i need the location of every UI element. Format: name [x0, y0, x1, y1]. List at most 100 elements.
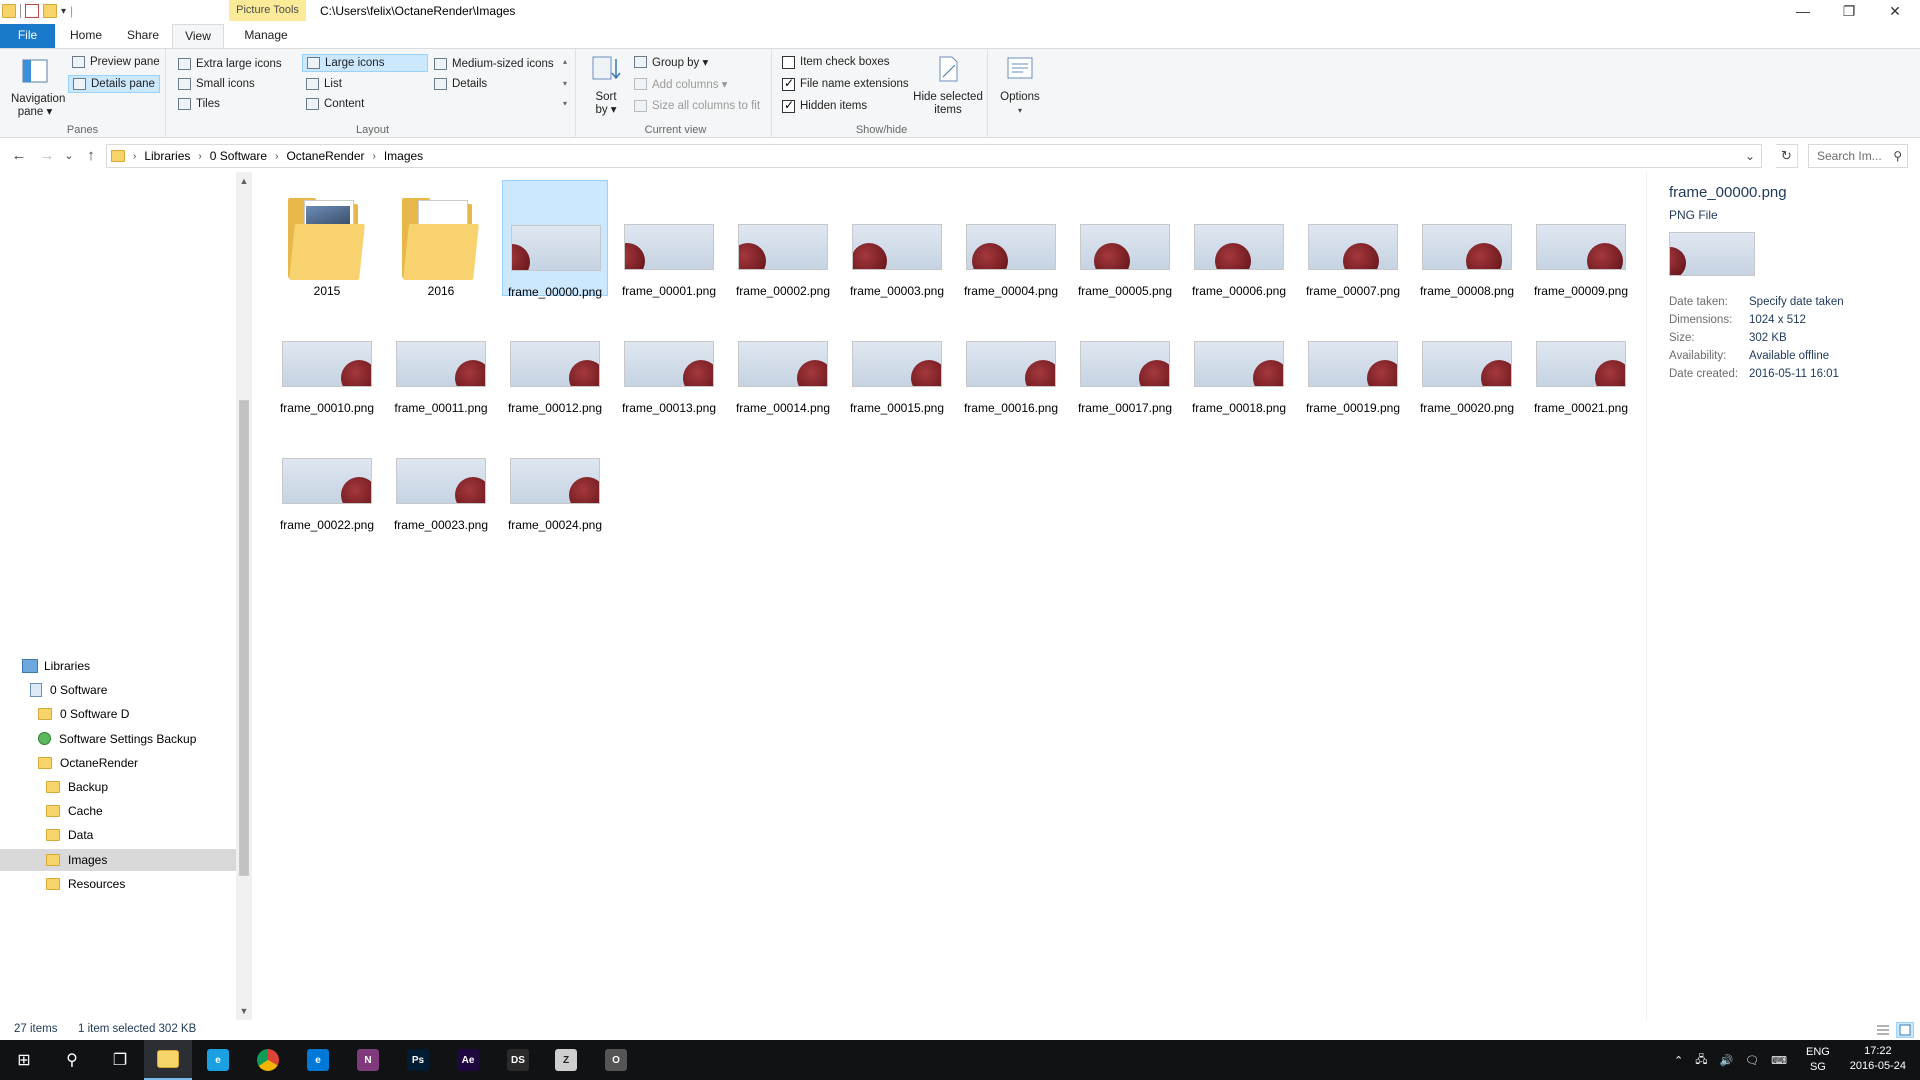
- image-tile[interactable]: frame_00013.png: [616, 297, 722, 415]
- image-tile[interactable]: frame_00012.png: [502, 297, 608, 415]
- tab-home[interactable]: Home: [62, 24, 110, 48]
- image-tile[interactable]: frame_00004.png: [958, 180, 1064, 298]
- image-tile[interactable]: frame_00022.png: [274, 414, 380, 532]
- scroll-down-icon[interactable]: ▼: [236, 1006, 252, 1016]
- image-tile[interactable]: frame_00002.png: [730, 180, 836, 298]
- scroll-up-icon[interactable]: ▲: [236, 176, 252, 186]
- nav-item-resources[interactable]: Resources: [0, 873, 236, 895]
- breadcrumb-octanerender[interactable]: OctaneRender: [286, 149, 364, 163]
- taskbar-file-explorer-button[interactable]: [144, 1040, 192, 1080]
- file-name-extensions-toggle[interactable]: File name extensions: [778, 75, 913, 93]
- notifications-icon[interactable]: 🗨: [1745, 1054, 1759, 1067]
- image-tile[interactable]: frame_00020.png: [1414, 297, 1520, 415]
- keyboard-icon[interactable]: ⌨: [1771, 1054, 1787, 1067]
- nav-item-libraries[interactable]: Libraries: [0, 655, 236, 677]
- taskbar-start-button[interactable]: ⊞: [0, 1040, 48, 1080]
- taskbar-daz-studio-button[interactable]: DS: [494, 1040, 542, 1080]
- image-tile[interactable]: frame_00003.png: [844, 180, 950, 298]
- layout-more-icon[interactable]: ▾: [560, 99, 570, 109]
- back-button[interactable]: ←: [8, 146, 30, 166]
- nav-item-images[interactable]: Images: [0, 848, 236, 871]
- network-icon[interactable]: 🖧: [1695, 1051, 1707, 1070]
- close-button[interactable]: ✕: [1872, 0, 1918, 22]
- search-input[interactable]: Search Im... ⚲: [1808, 144, 1908, 168]
- nav-scroll-thumb[interactable]: [239, 400, 249, 876]
- preview-pane-button[interactable]: Preview pane: [68, 53, 164, 71]
- details-pane-button[interactable]: Details pane: [68, 75, 160, 93]
- image-tile[interactable]: frame_00024.png: [502, 414, 608, 532]
- folder-tile-2016[interactable]: 2016: [388, 180, 494, 298]
- tray-chevron-icon[interactable]: ⌃: [1674, 1054, 1683, 1067]
- image-tile[interactable]: frame_00008.png: [1414, 180, 1520, 298]
- image-tile[interactable]: frame_00009.png: [1528, 180, 1634, 298]
- image-tile[interactable]: frame_00018.png: [1186, 297, 1292, 415]
- layout-scroll-up-icon[interactable]: ▴: [560, 57, 570, 67]
- new-folder-icon[interactable]: [43, 4, 57, 18]
- image-tile[interactable]: frame_00023.png: [388, 414, 494, 532]
- language-indicator[interactable]: ENG SG: [1806, 1040, 1830, 1080]
- properties-icon[interactable]: [25, 4, 39, 18]
- taskbar-internet-explorer-button[interactable]: e: [194, 1040, 242, 1080]
- image-tile[interactable]: frame_00000.png: [502, 180, 608, 299]
- volume-icon[interactable]: 🔊: [1719, 1054, 1733, 1067]
- nav-item-data[interactable]: Data: [0, 824, 236, 846]
- hidden-items-checkbox[interactable]: [782, 98, 795, 113]
- image-tile[interactable]: frame_00014.png: [730, 297, 836, 415]
- options-button[interactable]: Options ▾: [996, 55, 1044, 117]
- breadcrumb-images[interactable]: Images: [384, 149, 423, 163]
- forward-button[interactable]: →: [36, 146, 58, 166]
- nav-item-0-software[interactable]: 0 Software: [0, 679, 236, 701]
- up-button[interactable]: ↑: [80, 146, 102, 166]
- layout-scroll-down-icon[interactable]: ▾: [560, 79, 570, 89]
- image-tile[interactable]: frame_00017.png: [1072, 297, 1178, 415]
- layout-content[interactable]: Content: [302, 95, 368, 113]
- size-all-columns-button[interactable]: Size all columns to fit: [630, 97, 764, 115]
- large-icons-view-icon[interactable]: [1896, 1022, 1914, 1038]
- image-tile[interactable]: frame_00011.png: [388, 297, 494, 415]
- nav-item-0-software-d[interactable]: 0 Software D: [0, 703, 236, 725]
- layout-small-icons[interactable]: Small icons: [174, 75, 259, 93]
- image-tile[interactable]: frame_00016.png: [958, 297, 1064, 415]
- maximize-button[interactable]: ❐: [1826, 0, 1872, 22]
- minimize-button[interactable]: —: [1780, 0, 1826, 22]
- refresh-button[interactable]: ↻: [1776, 144, 1798, 168]
- taskbar-onenote-button[interactable]: N: [344, 1040, 392, 1080]
- chevron-right-icon[interactable]: ›: [133, 151, 136, 162]
- layout-extra-large-icons[interactable]: Extra large icons: [174, 55, 286, 73]
- taskbar-task-view-button[interactable]: ❐: [96, 1040, 144, 1080]
- image-tile[interactable]: frame_00001.png: [616, 180, 722, 298]
- nav-item-software-settings-backup[interactable]: Software Settings Backup: [0, 728, 236, 750]
- image-tile[interactable]: frame_00005.png: [1072, 180, 1178, 298]
- image-tile[interactable]: frame_00006.png: [1186, 180, 1292, 298]
- qat-dropdown-icon[interactable]: ▾: [61, 6, 66, 17]
- taskbar-photoshop-button[interactable]: Ps: [394, 1040, 442, 1080]
- chevron-right-icon[interactable]: ›: [275, 151, 278, 162]
- address-dropdown-icon[interactable]: ⌄: [1745, 149, 1755, 163]
- taskbar-zbrush-button[interactable]: Z: [542, 1040, 590, 1080]
- image-tile[interactable]: frame_00015.png: [844, 297, 950, 415]
- image-tile[interactable]: frame_00007.png: [1300, 180, 1406, 298]
- sort-by-button[interactable]: Sort by ▾: [588, 55, 624, 117]
- image-tile[interactable]: frame_00021.png: [1528, 297, 1634, 415]
- item-check-boxes-checkbox[interactable]: [782, 55, 795, 69]
- layout-large-icons[interactable]: Large icons: [302, 54, 428, 72]
- folder-tile-2015[interactable]: 2015: [274, 180, 380, 298]
- layout-details[interactable]: Details: [430, 75, 491, 93]
- chevron-right-icon[interactable]: ›: [198, 151, 201, 162]
- add-columns-button[interactable]: Add columns ▾: [630, 75, 731, 93]
- tab-file[interactable]: File: [0, 24, 55, 48]
- taskbar-search-button[interactable]: ⚲: [48, 1040, 96, 1080]
- file-name-extensions-checkbox[interactable]: [782, 76, 795, 91]
- recent-locations-button[interactable]: ⌄: [62, 146, 76, 166]
- taskbar-chrome-button[interactable]: [244, 1040, 292, 1080]
- navigation-pane[interactable]: Libraries 0 Software 0 Software D Software …: [0, 172, 236, 1020]
- clock[interactable]: 17:22 2016-05-24: [1850, 1044, 1906, 1074]
- breadcrumb-0-software[interactable]: 0 Software: [210, 149, 267, 163]
- taskbar-edge-button[interactable]: e: [294, 1040, 342, 1080]
- tab-view[interactable]: View: [172, 24, 224, 49]
- chevron-right-icon[interactable]: ›: [372, 151, 375, 162]
- layout-list[interactable]: List: [302, 75, 346, 93]
- property-value[interactable]: Specify date taken: [1749, 296, 1844, 308]
- layout-medium-icons[interactable]: Medium-sized icons: [430, 55, 558, 73]
- tab-manage[interactable]: Manage: [236, 24, 296, 48]
